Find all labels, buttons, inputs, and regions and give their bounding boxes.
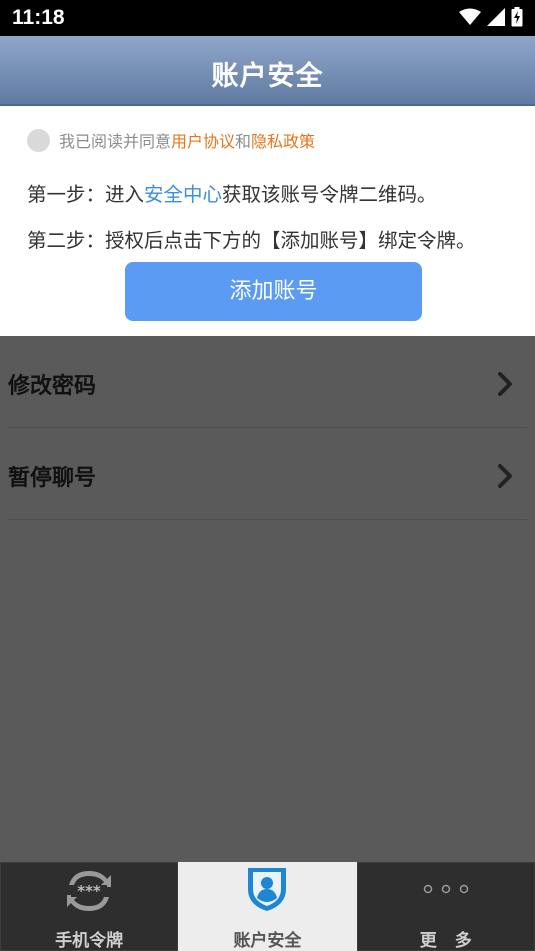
binding-panel: 我已阅读并同意 用户协议 和 隐私政策 第一步：进入安全中心获取该账号令牌二维码…: [0, 106, 535, 336]
signal-icon: [487, 8, 505, 26]
svg-text:***: ***: [77, 882, 101, 900]
step-one-suffix: 获取该账号令牌二维码。: [222, 183, 437, 206]
tab-label: 更多: [419, 931, 490, 951]
divider: [8, 519, 527, 520]
menu-item-label: 修改密码: [8, 374, 97, 399]
tab-phone-token[interactable]: *** 手机令牌: [0, 862, 179, 951]
security-center-link[interactable]: 安全中心: [144, 183, 222, 206]
chevron-right-icon: [498, 372, 512, 396]
more-dots-icon: [423, 884, 468, 894]
status-time: 11:18: [12, 6, 65, 29]
battery-icon: [511, 7, 523, 27]
chevron-right-icon: [498, 464, 512, 488]
privacy-policy-link[interactable]: 隐私政策: [251, 128, 315, 152]
page-title: 账户安全: [211, 61, 324, 92]
shield-user-icon: [248, 868, 287, 911]
token-refresh-icon: ***: [67, 871, 112, 911]
add-account-button[interactable]: 添加账号: [125, 262, 422, 321]
step-two: 第二步：授权后点击下方的【添加账号】绑定令牌。: [27, 229, 476, 252]
agreement-conjunction: 和: [235, 132, 252, 151]
menu-item-label: 暂停聊号: [8, 466, 97, 491]
tab-label: 手机令牌: [55, 931, 124, 951]
user-agreement-link[interactable]: 用户协议: [171, 128, 235, 152]
menu-item-change-password[interactable]: 修改密码: [0, 336, 535, 428]
tab-account-security[interactable]: 账户安全: [178, 862, 357, 951]
menu-item-suspend-account[interactable]: 暂停聊号: [0, 428, 535, 520]
agreement-checkbox[interactable]: [27, 128, 50, 152]
tab-label: 账户安全: [233, 931, 302, 951]
status-bar: 11:18: [0, 0, 535, 36]
bottom-tab-bar: *** 手机令牌 账户安全 更多: [0, 862, 535, 951]
status-icons: [459, 7, 523, 27]
agreement-prefix: 我已阅读并同意: [59, 132, 172, 151]
step-one-prefix: 第一步：进入: [27, 183, 145, 206]
menu-list: 修改密码 暂停聊号: [0, 336, 535, 520]
agreement-row: 我已阅读并同意 用户协议 和 隐私政策: [27, 128, 315, 152]
step-one: 第一步：进入安全中心获取该账号令牌二维码。: [27, 178, 437, 207]
tab-more[interactable]: 更多: [356, 862, 535, 951]
wifi-icon: [459, 8, 481, 25]
app-header: 账户安全: [0, 36, 535, 106]
